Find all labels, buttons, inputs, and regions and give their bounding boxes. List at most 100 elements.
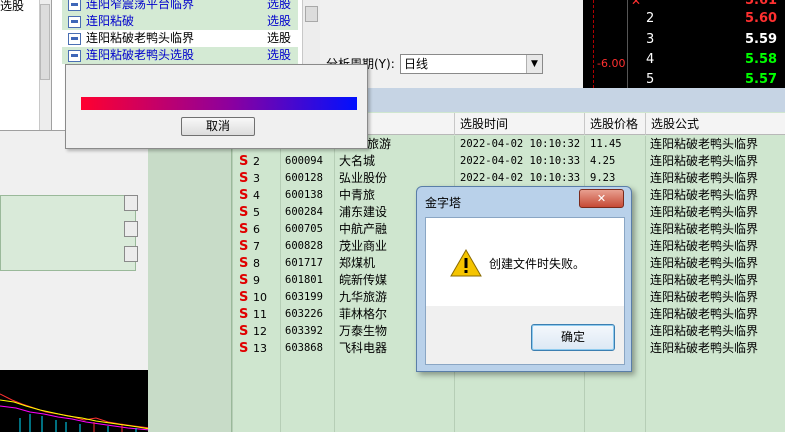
quote-price: 5.58 xyxy=(745,52,778,67)
table-row[interactable]: S 2 600094 大名城 2022-04-02 10:10:33 4.25 连阳粘破老鸭… xyxy=(232,153,785,170)
stock-code: 603868 xyxy=(285,342,323,354)
select-formula: 连阳粘破老鸭头临界 xyxy=(650,137,759,151)
formula-action[interactable]: 选股 xyxy=(267,13,291,30)
stock-name: 菲林格尔 xyxy=(339,307,388,321)
progress-bar xyxy=(81,97,357,110)
stock-name: 万泰生物 xyxy=(339,324,388,338)
quote-level: 2 xyxy=(646,11,655,26)
left-list-text: 选股 xyxy=(0,0,25,13)
stock-code: 603226 xyxy=(285,308,323,320)
quote-price: 5.57 xyxy=(745,72,778,87)
quote-level: 5 xyxy=(646,72,655,87)
signal-marker: S xyxy=(239,222,249,237)
dialog-message: 创建文件时失败。 xyxy=(489,257,586,271)
stock-code: 600094 xyxy=(285,155,323,167)
progress-window: 取消 xyxy=(65,64,368,149)
quote-level: 4 xyxy=(646,52,655,67)
signal-marker: S xyxy=(239,188,249,203)
formula-row[interactable]: 连阳粘破老鸭头临界 选股 xyxy=(62,30,298,47)
stock-name: 茂业商业 xyxy=(339,239,388,253)
side-button-2[interactable] xyxy=(124,221,138,237)
period-value: 日线 xyxy=(404,57,429,71)
dialog-title: 金字塔 xyxy=(425,196,462,210)
select-time: 2022-04-02 10:10:32 xyxy=(460,138,581,150)
ok-button[interactable]: 确定 xyxy=(531,324,615,351)
stock-name: 旅游 xyxy=(367,137,392,151)
divider xyxy=(627,0,628,88)
quote-panel: ✕ 5.61 2 5.60 3 5.59 4 5.58 5 5.57 -6.00 xyxy=(583,0,785,88)
row-number: 8 xyxy=(253,257,260,270)
select-price: 4.25 xyxy=(590,155,616,167)
quote-price: 5.60 xyxy=(745,11,778,26)
select-formula: 连阳粘破老鸭头临界 xyxy=(650,256,759,270)
formula-icon xyxy=(68,16,81,28)
quote-price: 5.59 xyxy=(745,32,778,47)
select-time: 2022-04-02 10:10:33 xyxy=(460,155,581,167)
results-side-panel xyxy=(148,112,232,432)
formula-row[interactable]: 连阳粘破 选股 xyxy=(62,13,298,30)
formula-action[interactable]: 选股 xyxy=(267,0,291,13)
left-list-pane: 选股 xyxy=(0,0,52,130)
stock-name: 皖新传媒 xyxy=(339,273,388,287)
formula-icon xyxy=(68,0,81,11)
select-formula: 连阳粘破老鸭头临界 xyxy=(650,171,759,185)
dialog-body: 创建文件时失败。 确定 xyxy=(425,217,625,365)
select-formula: 连阳粘破老鸭头临界 xyxy=(650,324,759,338)
period-select[interactable]: 日线 ▼ xyxy=(400,54,543,74)
row-number: 10 xyxy=(253,291,267,304)
col-header-formula[interactable]: 选股公式 xyxy=(645,113,785,135)
warning-icon xyxy=(450,249,482,277)
select-formula: 连阳粘破老鸭头临界 xyxy=(650,188,759,202)
chevron-down-icon[interactable]: ▼ xyxy=(526,55,542,73)
col-header-time[interactable]: 选股时间 xyxy=(454,113,584,135)
stock-name: 飞科电器 xyxy=(339,341,388,355)
signal-marker: S xyxy=(239,324,249,339)
scroll-thumb[interactable] xyxy=(40,4,50,80)
stock-name: 郑煤机 xyxy=(339,256,376,270)
row-number: 2 xyxy=(253,155,260,168)
signal-marker: S xyxy=(239,239,249,254)
formula-list-scrollbar[interactable] xyxy=(302,0,320,64)
mini-chart-svg xyxy=(0,393,150,432)
stock-name: 浦东建设 xyxy=(339,205,388,219)
row-number: 12 xyxy=(253,325,267,338)
formula-action[interactable]: 选股 xyxy=(267,30,291,47)
close-button[interactable]: ✕ xyxy=(579,189,624,208)
side-button-1[interactable] xyxy=(124,195,138,211)
stock-name: 九华旅游 xyxy=(339,290,388,304)
select-formula: 连阳粘破老鸭头临界 xyxy=(650,222,759,236)
quote-price: 5.61 xyxy=(745,0,778,8)
left-scrollbar[interactable] xyxy=(39,0,51,130)
select-formula: 连阳粘破老鸭头临界 xyxy=(650,239,759,253)
stock-code: 603392 xyxy=(285,325,323,337)
left-green-box xyxy=(0,195,136,271)
formula-name: 连阳窄震荡平台临界 xyxy=(86,0,195,11)
row-number: 11 xyxy=(253,308,267,321)
scroll-thumb[interactable] xyxy=(305,6,318,22)
select-formula: 连阳粘破老鸭头临界 xyxy=(650,273,759,287)
select-formula: 连阳粘破老鸭头临界 xyxy=(650,154,759,168)
quote-level: 3 xyxy=(646,32,655,47)
cancel-button[interactable]: 取消 xyxy=(181,117,255,136)
stock-code: 601801 xyxy=(285,274,323,286)
select-formula: 连阳粘破老鸭头临界 xyxy=(650,205,759,219)
error-dialog: 金字塔 ✕ 创建文件时失败。 确定 xyxy=(416,186,632,372)
formula-action[interactable]: 选股 xyxy=(267,47,291,64)
signal-marker: S xyxy=(239,341,249,356)
select-price: 11.45 xyxy=(590,138,622,150)
stock-code: 600828 xyxy=(285,240,323,252)
formula-row[interactable]: 连阳窄震荡平台临界 选股 xyxy=(62,0,298,13)
col-header-price[interactable]: 选股价格 xyxy=(584,113,645,135)
mini-chart xyxy=(0,370,150,432)
signal-marker: S xyxy=(239,290,249,305)
formula-row[interactable]: 连阳粘破老鸭头选股 选股 xyxy=(62,47,298,64)
row-number: 7 xyxy=(253,240,260,253)
row-number: 6 xyxy=(253,223,260,236)
select-formula: 连阳粘破老鸭头临界 xyxy=(650,307,759,321)
side-button-3[interactable] xyxy=(124,246,138,262)
row-number: 9 xyxy=(253,274,260,287)
axis-value: -6.00 xyxy=(597,57,626,70)
table-row[interactable]: S 3 600128 弘业股份 2022-04-02 10:10:33 9.23 连阳粘破老… xyxy=(232,170,785,187)
stock-name: 中青旅 xyxy=(339,188,376,202)
stock-code: 603199 xyxy=(285,291,323,303)
